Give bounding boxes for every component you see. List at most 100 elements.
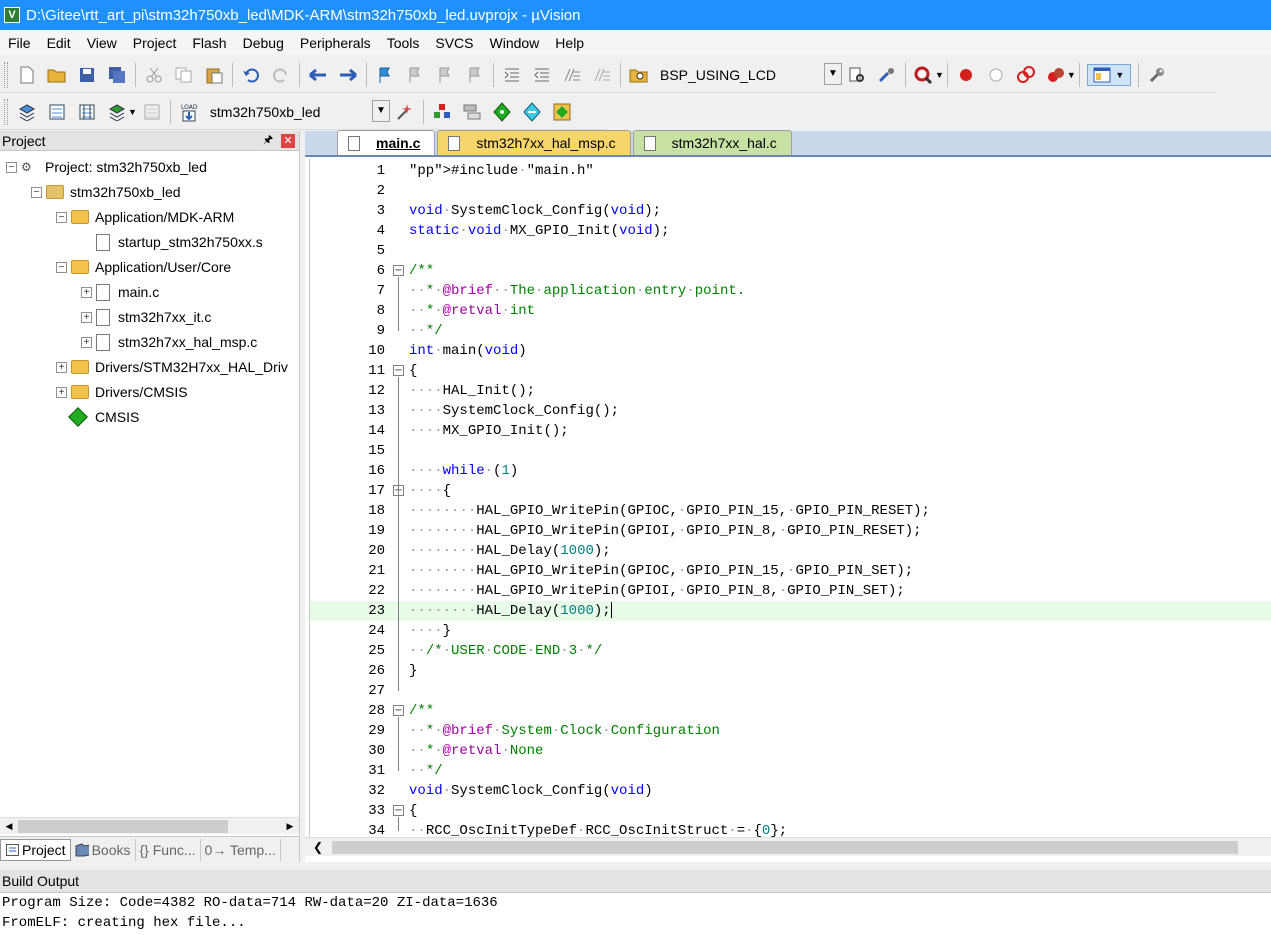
tab-templates[interactable]: 0→ Temp... [201,838,281,861]
fold-collapse-icon[interactable]: − [393,705,404,716]
tree-item[interactable]: + main.c [81,280,159,304]
fold-collapse-icon[interactable]: − [393,365,404,376]
debug-session-icon[interactable] [913,64,935,86]
tree-item[interactable]: + Drivers/CMSIS [56,380,188,404]
collapse-icon[interactable]: − [56,211,67,223]
undo-icon[interactable] [240,64,262,86]
chevron-down-icon[interactable]: ▼ [824,62,842,85]
code-line[interactable]: 25 ··/*·USER·CODE·END·3·*/ [310,641,1271,661]
toolbar-grip[interactable] [4,61,8,88]
breakpoints-dropdown-icon[interactable]: ▼ [1067,70,1076,80]
code-line[interactable]: 34 ··RCC_OscInitTypeDef·RCC_OscInitStruct… [310,821,1271,837]
menu-view[interactable]: View [79,35,125,51]
configure-wrench-icon[interactable] [1146,64,1168,86]
open-folder-icon[interactable] [46,64,68,86]
code-line[interactable]: 22 ········HAL_GPIO_WritePin(GPIOI,·GPIO_… [310,581,1271,601]
unindent-icon[interactable] [531,64,553,86]
menu-debug[interactable]: Debug [235,35,292,51]
download-load-icon[interactable]: LOAD [178,101,200,123]
tree-item[interactable]: startup_stm32h750xx.s [81,230,263,254]
code-line[interactable]: 29 ··*·@brief·System·Clock·Configuration [310,721,1271,741]
menu-edit[interactable]: Edit [39,35,79,51]
code-line[interactable]: 33−{ [310,801,1271,821]
collapse-icon[interactable]: − [56,261,67,273]
code-line[interactable]: 13 ····SystemClock_Config(); [310,401,1271,421]
code-line[interactable]: 2 [310,181,1271,201]
copy-icon[interactable] [173,64,195,86]
scrollbar-thumb[interactable] [18,820,228,833]
code-line[interactable]: 14 ····MX_GPIO_Init(); [310,421,1271,441]
find-combo[interactable]: BSP_USING_LCD ▼ [654,62,842,87]
code-line[interactable]: 32 void·SystemClock_Config(void) [310,781,1271,801]
tree-item[interactable]: CMSIS [56,405,139,429]
next-bookmark-icon[interactable] [434,64,456,86]
menu-project[interactable]: Project [125,35,185,51]
tree-item[interactable]: + stm32h7xx_hal_msp.c [81,330,257,354]
project-hscrollbar[interactable]: ◀ ▶ [0,817,299,834]
scroll-right-icon[interactable]: ▶ [282,819,298,834]
expand-icon[interactable]: + [56,386,67,398]
code-line[interactable]: 8 ··*·@retval·int [310,301,1271,321]
tree-item[interactable]: + stm32h7xx_it.c [81,305,211,329]
disable-breakpoints-icon[interactable] [1015,64,1037,86]
toolbar-grip[interactable] [4,98,8,125]
code-line[interactable]: 4 static·void·MX_GPIO_Init(void); [310,221,1271,241]
build-icon[interactable] [46,101,68,123]
save-icon[interactable] [76,64,98,86]
cut-icon[interactable] [143,64,165,86]
stop-build-icon[interactable] [141,101,163,123]
chevron-down-icon[interactable]: ▼ [371,99,390,122]
tab-main-c[interactable]: main.c [337,130,436,155]
target-options-icon[interactable] [394,101,416,123]
code-line[interactable]: 16 ····while·(1) [310,461,1271,481]
pin-icon[interactable]: 🖈 [263,131,277,150]
comment-icon[interactable] [561,64,583,86]
code-line[interactable]: 28−/** [310,701,1271,721]
code-line[interactable]: 23 ········HAL_Delay(1000); [310,601,1271,621]
code-line[interactable]: 26} [310,661,1271,681]
target-select[interactable]: stm32h750xb_led ▼ [204,99,390,124]
code-line[interactable]: 15 [310,441,1271,461]
rebuild-icon[interactable] [76,101,98,123]
expand-icon[interactable]: + [81,286,92,298]
incremental-find-icon[interactable] [876,64,898,86]
translate-icon[interactable] [16,101,38,123]
tab-books[interactable]: Books [71,838,136,861]
menu-window[interactable]: Window [482,35,548,51]
batch-build-icon[interactable] [106,101,128,123]
enable-breakpoint-icon[interactable] [985,64,1007,86]
code-line[interactable]: 11−{ [310,361,1271,381]
menu-help[interactable]: Help [547,35,592,51]
indent-icon[interactable] [501,64,523,86]
debug-dropdown-icon[interactable]: ▼ [935,70,944,80]
expand-icon[interactable]: + [56,361,67,373]
code-editor[interactable]: 1 "pp">#include·"main.h" 2 3 void·SystemCloc… [309,159,1271,837]
tree-item[interactable]: + Drivers/STM32H7xx_HAL_Driv [56,355,288,379]
code-line[interactable]: 12 ····HAL_Init(); [310,381,1271,401]
code-line[interactable]: 17−····{ [310,481,1271,501]
tree-item[interactable]: − Application/User/Core [56,255,231,279]
tab-hal-c[interactable]: stm32h7xx_hal.c [632,130,792,155]
code-line[interactable]: 3 void·SystemClock_Config(void); [310,201,1271,221]
tree-item[interactable]: − Application/MDK-ARM [56,205,234,229]
code-line[interactable]: 9 ··*/ [310,321,1271,341]
tab-hal-msp-c[interactable]: stm32h7xx_hal_msp.c [437,130,631,155]
fold-collapse-icon[interactable]: − [393,265,404,276]
prev-bookmark-icon[interactable] [404,64,426,86]
code-line[interactable]: 21 ········HAL_GPIO_WritePin(GPIOC,·GPIO_… [310,561,1271,581]
menu-file[interactable]: File [0,35,39,51]
redo-icon[interactable] [270,64,292,86]
editor-hscrollbar[interactable]: ❮ [305,837,1271,856]
code-line[interactable]: 24 ····} [310,621,1271,641]
navigate-forward-icon[interactable] [337,64,359,86]
code-line[interactable]: 30 ··*·@retval·None [310,741,1271,761]
code-line[interactable]: 27 [310,681,1271,701]
code-line[interactable]: 31 ··*/ [310,761,1271,781]
batch-dropdown-icon[interactable]: ▼ [128,107,137,117]
code-line[interactable]: 18 ········HAL_GPIO_WritePin(GPIOC,·GPIO_… [310,501,1271,521]
paste-icon[interactable] [203,64,225,86]
manage-runtime-icon[interactable] [491,101,513,123]
expand-icon[interactable]: + [81,336,92,348]
code-line[interactable]: 5 [310,241,1271,261]
kill-breakpoints-icon[interactable] [1045,64,1067,86]
